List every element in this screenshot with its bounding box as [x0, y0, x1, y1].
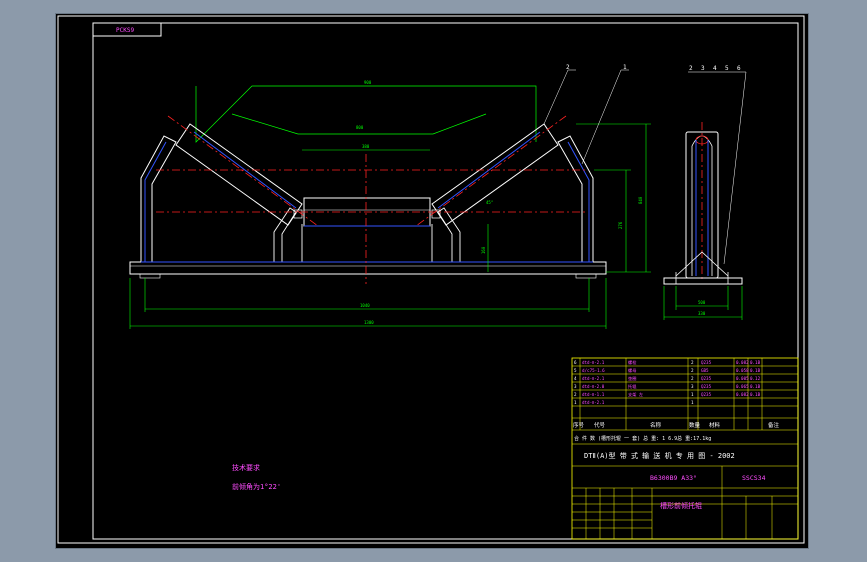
title-block: 6 dtd-Ⅱ-2.1 螺栓 2 Q235 0.082 0.1B 5 d/c75…: [571, 357, 799, 540]
notes-line1: 前倾角为1°22': [232, 482, 281, 491]
drawing-label: 代号: [594, 421, 606, 429]
drawing-label: 1: [691, 392, 694, 397]
dimension-total-height: 840: [638, 196, 643, 204]
drawing-label: Q235: [701, 392, 712, 397]
dimension-mid-span-label: 800: [356, 125, 364, 130]
cad-viewport[interactable]: PCKS9 900 800 380 840 276 160 45° 1040 1…: [56, 14, 808, 548]
bom-summary: 合 件 数 (槽形托辊 一 套) 总 重: 1 6.9总 重:17.1kg: [574, 435, 711, 442]
drawing-label: 3: [691, 384, 694, 389]
drawing-label: 0.12: [750, 376, 761, 381]
drawing-canvas[interactable]: PCKS9 900 800 380 840 276 160 45° 1040 1…: [56, 14, 808, 548]
drawing-label: 0.1B: [750, 360, 761, 365]
drawing-label: 2: [691, 368, 694, 373]
base-plate: [129, 261, 607, 275]
callout-front-1: 1: [623, 64, 627, 71]
drawing-label: 垫圈: [628, 375, 636, 382]
drawing-label: 支架 左: [628, 391, 643, 398]
drawing-label: 5: [574, 368, 577, 373]
dimension-top-width: 900: [364, 80, 372, 85]
sheet-code: SSCS34: [742, 474, 766, 482]
drawing-label: 0.082: [736, 392, 749, 397]
side-dimension-base: 500: [698, 300, 706, 305]
drawing-label: 数量: [689, 421, 701, 429]
drawing-label: 材料: [709, 421, 721, 429]
drawing-label: dtd-Ⅱ-2.1: [582, 360, 605, 365]
front-view: 900 800 380 840 276 160 45° 1040 1300 2 …: [129, 64, 651, 329]
dimension-center-roller: 380: [362, 144, 370, 149]
drawing-label: Q235: [701, 384, 712, 389]
dimension-top-envelope: [195, 85, 537, 143]
drawing-label: dtd-Ⅱ-2.1: [582, 400, 605, 405]
dimension-base-height: 160: [481, 246, 486, 254]
drawing-label: 4: [574, 376, 577, 381]
drawing-label: 2: [691, 376, 694, 381]
drawing-label: 6: [574, 360, 577, 365]
drawing-label: GB5: [701, 368, 709, 373]
inner-frame: [92, 22, 799, 540]
drawing-label: 螺母: [628, 367, 636, 374]
drawing-label: 1: [574, 400, 577, 405]
drawing-label: Q235: [701, 360, 712, 365]
drawing-label: 2: [691, 360, 694, 365]
dimension-side-height: 276: [618, 221, 623, 229]
drawing-label: Q235: [701, 376, 712, 381]
side-dimension-total: 330: [698, 311, 706, 316]
drawing-number-top: PCKS9: [116, 27, 134, 34]
drawing-label: 2: [574, 392, 577, 397]
outer-frame: [57, 15, 805, 544]
dimension-inner-width: 1040: [360, 303, 370, 308]
callout-side-6: 6: [737, 65, 741, 72]
drawing-label: dtd-Ⅱ-2.1: [582, 376, 605, 381]
drawing-label: dtd-Ⅱ-2.0: [582, 384, 605, 389]
drawing-label: 备注: [768, 421, 780, 429]
notes-title: 技术要求: [232, 463, 260, 472]
drawing-label: 托辊: [628, 383, 637, 390]
callout-front-2: 2: [566, 64, 570, 71]
callout-side-5: 5: [725, 65, 729, 72]
drawing-label: 0.1B: [750, 368, 761, 373]
drawing-label: 0.1B: [750, 392, 761, 397]
series-title: DTⅡ(A)型 带 式 输 送 机 专 用 图 - 2002: [584, 451, 735, 460]
drawing-label: 序号: [573, 421, 585, 429]
drawing-label: 0.005: [736, 376, 749, 381]
left-roller: [175, 123, 303, 226]
drawing-label: 名称: [650, 421, 662, 429]
drawing-label: 3: [574, 384, 577, 389]
drawing-label: dtd-Ⅱ-1.1: [582, 392, 605, 397]
drawing-title: 槽形前倾托辊: [660, 501, 702, 510]
dimension-total-width: 1300: [364, 320, 374, 325]
drawing-label: 0.1B: [750, 384, 761, 389]
dimension-mid-span: [231, 113, 487, 135]
drawing-label: 0.065: [736, 384, 749, 389]
drawing-label: 1: [691, 400, 694, 405]
drawing-label: 0.058: [736, 368, 749, 373]
drawing-label: 0.082: [736, 360, 749, 365]
drawing-label: d/c75-1.6: [582, 368, 605, 373]
callout-side-4: 4: [713, 65, 717, 72]
right-roller: [431, 123, 559, 226]
dimension-angle: 45°: [486, 200, 493, 205]
drawing-code: B6300B9 A33°: [650, 474, 697, 482]
technical-notes: 技术要求 前倾角为1°22': [232, 463, 281, 491]
side-view: 2 3 4 5 6 500 330: [663, 65, 747, 320]
callout-side-2: 2: [689, 65, 693, 72]
drawing-label: 螺栓: [628, 359, 637, 366]
callout-side-3: 3: [701, 65, 705, 72]
